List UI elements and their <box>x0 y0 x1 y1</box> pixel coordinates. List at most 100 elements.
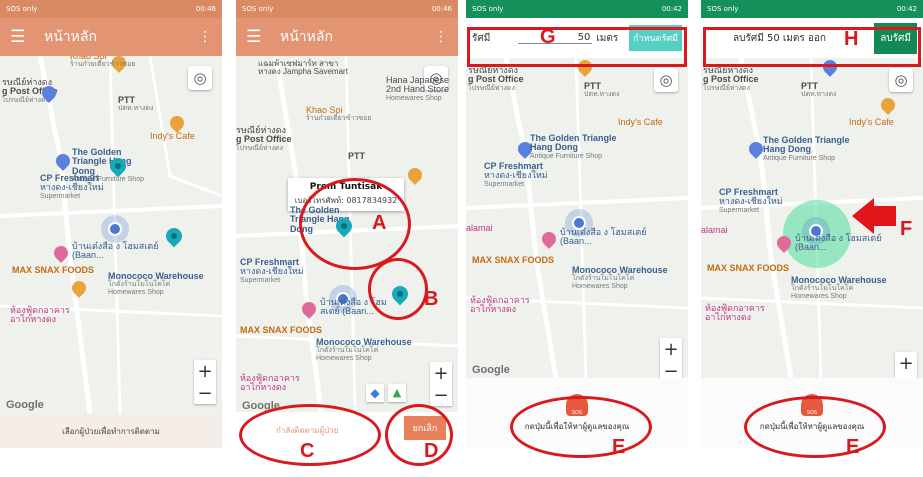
maps-app-icon[interactable]: ▲ <box>388 384 406 402</box>
status-time: 00:46 <box>431 5 452 13</box>
poi-food-court: ห้องฟู้ดกอาคาร อาไก่หางดง <box>470 295 530 315</box>
zoom-control: + − <box>430 362 452 406</box>
annotation-label-d: D <box>424 440 439 462</box>
annotation-label-c: C <box>300 440 315 462</box>
annotation-arrow-f-shaft <box>872 206 896 226</box>
page-title: หน้าหลัก <box>280 29 333 45</box>
poi-post-office: รษณีย์ห่างดง g Post Office ไปรษณีย์ห่างดง <box>703 65 759 92</box>
google-logo: Google <box>472 364 510 376</box>
poi-ptt: PTT ปตท.หางดง <box>801 81 837 99</box>
zoom-in-button[interactable]: + <box>895 352 917 374</box>
zoom-out-button[interactable]: − <box>430 384 452 406</box>
menu-icon[interactable]: ☰ <box>246 27 268 47</box>
poi-monococo: Monococo Warehouse โกดังร้านโมโนโคโค่ Home… <box>791 275 887 300</box>
annotation-ring-e-1 <box>510 396 652 458</box>
poi-food-court: ห้องฟู้ดกอาคาร อาไก่หางดง <box>705 303 765 323</box>
annotation-label-h: H <box>844 28 859 50</box>
annotation-ring-b <box>368 258 428 320</box>
directions-icon[interactable]: ◆ <box>366 384 384 402</box>
poi-indys: Indy's Cafe <box>618 117 663 127</box>
poi-maxsnax: MAX SNAX FOODS <box>472 255 555 265</box>
poi-monococo: Monococo Warehouse โกดังร้านโมโนโคโค่ Home… <box>108 271 204 296</box>
annotation-arrow-f <box>852 198 874 234</box>
annotation-label-g: G <box>540 26 556 48</box>
poi-khao-soi: Khao Soi ร้านก๋วยเตี๋ยวข้าวซอย <box>306 105 372 123</box>
poi-post-office: รษณีย์ห่างดง g Post Office ไปรษณีย์ห่างดง <box>468 65 524 92</box>
status-time: 00:46 <box>195 5 216 13</box>
poi-monococo: Monococo Warehouse โกดังร้านโมโนโคโค่ Home… <box>316 337 412 362</box>
poi-ptt: PTT ปตท.หางดง <box>584 81 620 99</box>
zoom-control: + − <box>660 338 682 378</box>
poi-maxsnax: MAX SNAX FOODS <box>240 325 323 335</box>
poi-food-court: ห้องฟู้ดกอาคาร อาไก่หางดง <box>10 305 70 325</box>
map[interactable]: ◎ Khao Soi ร้านก๋วยเตี๋ยวข้าวซอย รษณีย์ห่… <box>0 56 222 414</box>
poi-khao-soi: Khao Soi ร้านก๋วยเตี๋ยวข้าวซอย <box>70 56 136 69</box>
poi-indys: Indy's Cafe <box>150 131 195 141</box>
status-left: SOS only <box>707 5 739 13</box>
poi-indys: Indy's Cafe <box>849 117 894 127</box>
select-patient-text: เลือกผู้ป่วยเพื่อทำการติดตาม <box>62 426 160 436</box>
bottom-bar: เลือกผู้ป่วยเพื่อทำการติดตาม <box>0 414 222 448</box>
poi-baan: บ้านเต๋งสือ ง โฮมสเตย์ (Baan... <box>72 241 159 261</box>
more-icon[interactable]: ⋮ <box>198 29 212 45</box>
my-location-button[interactable]: ◎ <box>889 68 913 92</box>
zoom-in-button[interactable]: + <box>194 360 216 382</box>
screen-1: SOS only 00:46 ☰ หน้าหลัก ⋮ ◎ Khao Soi ร้… <box>0 0 222 448</box>
poi-golden-triangle: The Golden Triangle Hang Dong Antique Fur… <box>763 135 850 162</box>
status-time: 00:42 <box>661 5 682 13</box>
status-bar: SOS only 00:42 <box>466 0 688 18</box>
poi-jampha: แฉมพ้าเซฟมาร์ท สาขา หางดง Jampha Savemar… <box>258 59 348 77</box>
screen-3: SOS only 00:42 รัศมี 50 เมตร กำหนดรัศมี … <box>466 0 688 448</box>
annotation-label-a: A <box>372 212 387 234</box>
annotation-ring-e-2 <box>744 396 886 458</box>
annotation-box-h <box>703 27 921 67</box>
google-logo: Google <box>6 399 44 411</box>
poi-alamai: alamai <box>466 223 493 233</box>
annotation-label-e-2: E <box>846 436 860 458</box>
poi-post-office: รษณีย์ห่างดง g Post Office ไปรษณีย์ห่างดง <box>236 125 292 152</box>
zoom-in-button[interactable]: + <box>430 362 452 384</box>
annotation-label-b: B <box>424 288 439 310</box>
app-bar: ☰ หน้าหลัก ⋮ <box>236 18 458 56</box>
status-bar: SOS only 00:46 <box>236 0 458 18</box>
status-bar: SOS only 00:42 <box>701 0 923 18</box>
poi-cp-freshmart: CP Freshmart หางดง-เชียงใหม่ Supermarket <box>240 257 304 284</box>
status-left: SOS only <box>472 5 504 13</box>
poi-cp-freshmart: CP Freshmart หางดง-เชียงใหม่ Supermarket <box>484 161 548 188</box>
annotation-label-e-1: E <box>612 436 626 458</box>
my-location-button[interactable]: ◎ <box>654 68 678 92</box>
poi-ptt: PTT ปตท.หางดง <box>118 95 154 113</box>
status-bar: SOS only 00:46 <box>0 0 222 18</box>
annotation-label-f: F <box>900 218 913 240</box>
map[interactable]: ◎ รษณีย์ห่างดง g Post Office ไปรษณีย์ห่างด… <box>466 58 688 378</box>
poi-cp-freshmart: CP Freshmart หางดง-เชียงใหม่ Supermarket <box>719 187 783 214</box>
page-title: หน้าหลัก <box>44 29 97 45</box>
my-location-button[interactable]: ◎ <box>188 66 212 90</box>
my-location-dot <box>108 222 122 236</box>
zoom-control: + − <box>194 360 216 404</box>
poi-hana: Hana Japanese 2nd Hand Store Homewares Sh… <box>386 75 450 102</box>
poi-ptt: PTT <box>348 151 365 161</box>
zoom-control: + − <box>895 352 917 378</box>
poi-baan: บ้านเต๋งสือ ง โฮมสเตย์ (Baan... <box>795 233 882 253</box>
status-left: SOS only <box>6 5 38 13</box>
zoom-out-button[interactable]: − <box>194 382 216 404</box>
poi-food-court: ห้องฟู้ดกอาคาร อาไก่หางดง <box>240 373 300 393</box>
poi-baan: บ้านเต๋งสือ ง โฮมสเตย์ (Baan... <box>560 227 647 247</box>
poi-maxsnax: MAX SNAX FOODS <box>707 263 790 273</box>
status-time: 00:42 <box>896 5 917 13</box>
poi-monococo: Monococo Warehouse โกดังร้านโมโนโคโค่ Home… <box>572 265 668 290</box>
poi-golden-triangle: The Golden Triangle Hang Dong Antique Fur… <box>530 133 617 160</box>
zoom-in-button[interactable]: + <box>660 338 682 360</box>
zoom-out-button[interactable]: − <box>660 360 682 379</box>
app-bar: ☰ หน้าหลัก ⋮ <box>0 18 222 56</box>
annotation-ring-a <box>299 178 411 270</box>
annotation-ring-d <box>385 404 453 466</box>
poi-cp-freshmart: CP Freshmart หางดง-เชียงใหม่ Supermarket <box>40 173 104 200</box>
more-icon[interactable]: ⋮ <box>434 29 448 45</box>
poi-maxsnax: MAX SNAX FOODS <box>12 265 95 275</box>
menu-icon[interactable]: ☰ <box>10 27 32 47</box>
poi-alamai: alamai <box>701 225 728 235</box>
status-left: SOS only <box>242 5 274 13</box>
annotation-box-g <box>467 27 687 67</box>
